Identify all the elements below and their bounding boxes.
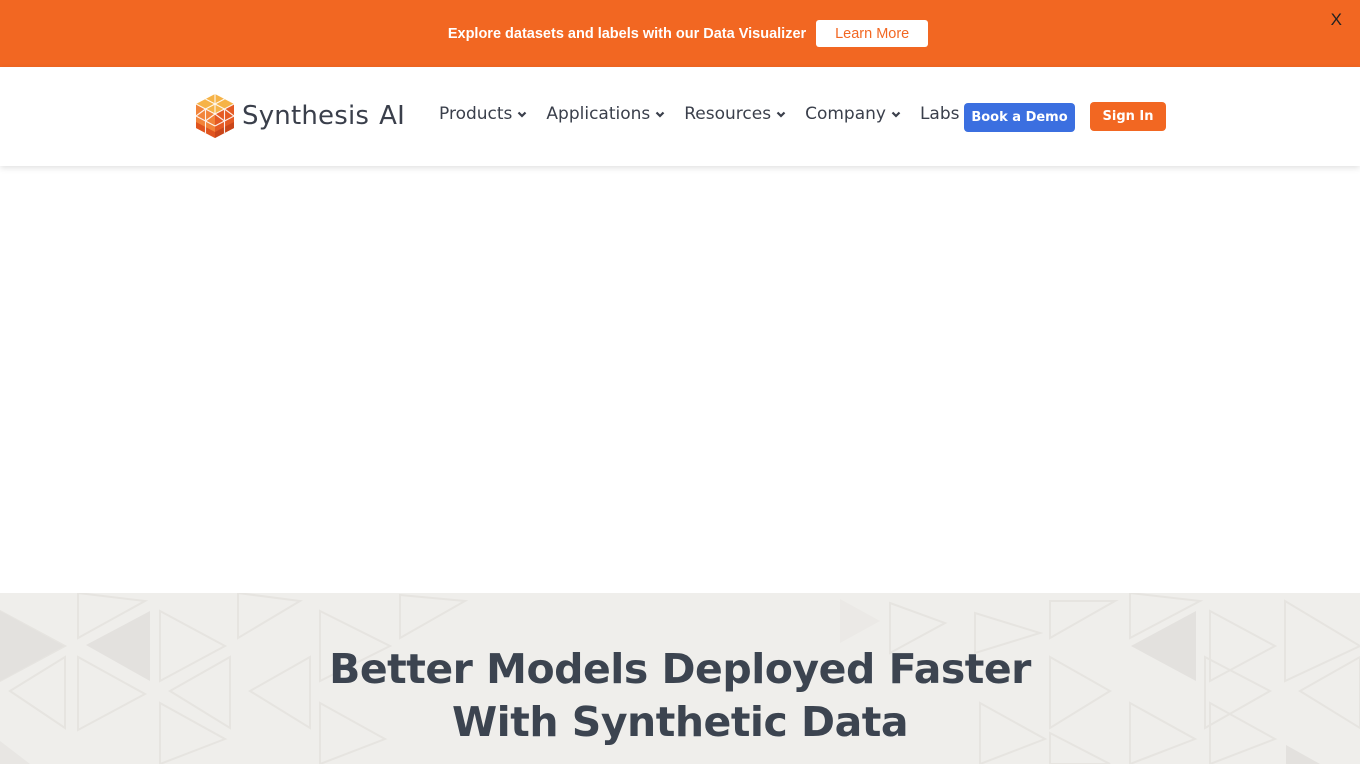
announcement-bar: Explore datasets and labels with our Dat… (0, 0, 1360, 67)
chevron-down-icon (518, 111, 527, 118)
sign-in-button[interactable]: Sign In (1090, 102, 1166, 131)
nav-products-label: Products (439, 104, 513, 124)
hero-section: Better Models Deployed Faster With Synth… (0, 593, 1360, 764)
logo-cube-icon (195, 94, 235, 138)
chevron-down-icon (655, 111, 665, 118)
chevron-down-icon (776, 111, 786, 118)
nav-labs[interactable]: Labs (920, 104, 960, 124)
hero-title: Better Models Deployed Faster With Synth… (329, 645, 1031, 746)
nav-company[interactable]: Company (805, 104, 901, 124)
logo[interactable]: Synthesis AI (194, 93, 405, 139)
content-placeholder (0, 166, 1360, 593)
nav-products[interactable]: Products (439, 104, 527, 124)
nav-labs-label: Labs (919, 104, 960, 124)
nav-applications[interactable]: Applications (546, 104, 665, 124)
learn-more-button[interactable]: Learn More (816, 20, 929, 47)
book-demo-button[interactable]: Book a Demo (964, 103, 1075, 132)
close-announcement-icon[interactable]: X (1331, 10, 1342, 30)
announcement-text: Explore datasets and labels with our Dat… (447, 25, 807, 42)
main-nav: Products Applications Resources Company … (439, 104, 979, 124)
nav-resources-label: Resources (684, 104, 772, 124)
site-header: Synthesis AI Products Applications Resour… (0, 67, 1360, 166)
nav-applications-label: Applications (546, 104, 651, 124)
chevron-down-icon (891, 111, 901, 118)
logo-text: Synthesis AI (242, 101, 406, 131)
nav-company-label: Company (805, 104, 886, 124)
nav-resources[interactable]: Resources (684, 104, 786, 124)
